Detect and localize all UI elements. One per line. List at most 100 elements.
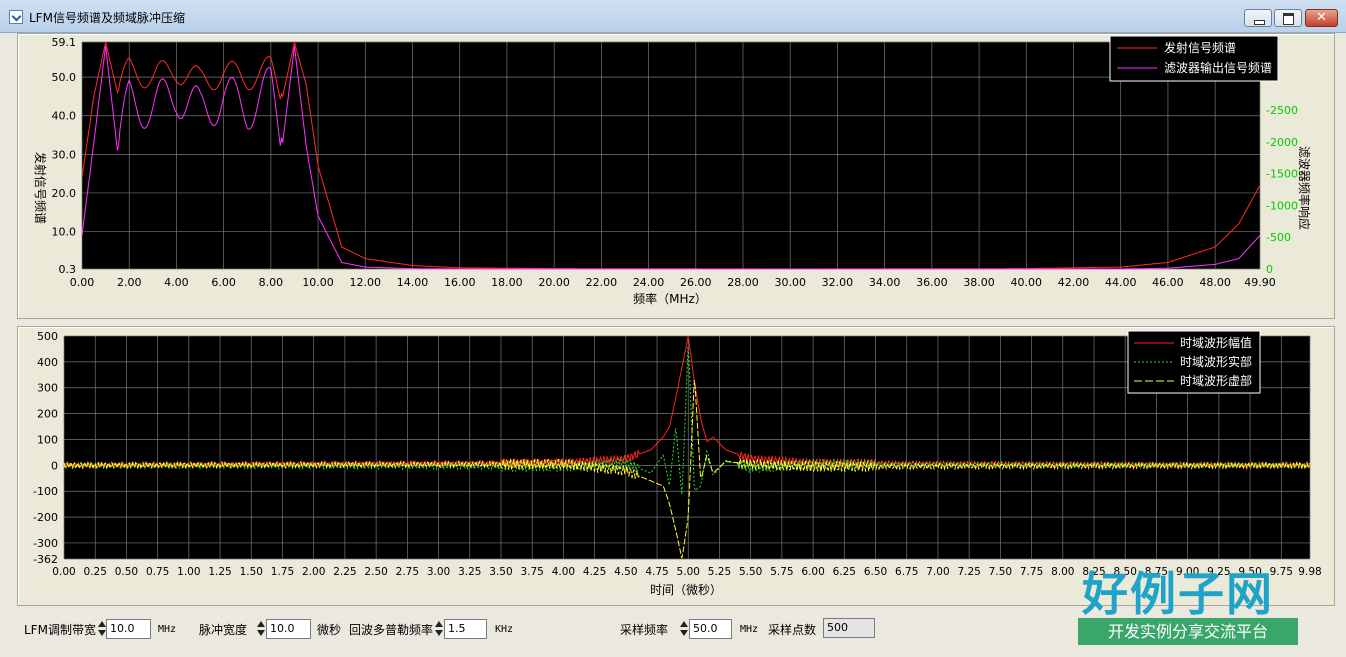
timedomain-y-tick: -362 bbox=[33, 553, 58, 566]
timedomain-y-tick: 400 bbox=[37, 356, 58, 369]
spectrum-ylabel-left: 发射信号频谱 bbox=[33, 152, 48, 224]
spectrum-x-tick: 46.00 bbox=[1152, 276, 1184, 289]
spectrum-y-tick: 0.3 bbox=[59, 263, 77, 276]
bandwidth-unit: MHz bbox=[158, 624, 177, 635]
spectrum-plot-area bbox=[82, 42, 1260, 269]
doppler-input[interactable]: 1.5 bbox=[444, 619, 487, 639]
spectrum-x-tick: 4.00 bbox=[164, 276, 189, 289]
pulse-width-label: 脉冲宽度 bbox=[199, 623, 248, 637]
legend-real-label: 时域波形实部 bbox=[1180, 354, 1252, 369]
timedomain-x-tick: 6.50 bbox=[864, 566, 887, 578]
timedomain-y-tick: -100 bbox=[33, 485, 58, 498]
watermark-slogan: 开发实例分享交流平台 bbox=[1078, 618, 1298, 645]
sample-rate-input[interactable]: 50.0 bbox=[689, 619, 732, 639]
legend-magnitude-label: 时域波形幅值 bbox=[1180, 335, 1252, 350]
doppler-unit: KHz bbox=[495, 624, 514, 635]
doppler-label: 回波多普勒频率 bbox=[349, 623, 434, 637]
maximize-button[interactable] bbox=[1274, 9, 1302, 27]
bandwidth-spinner[interactable] bbox=[98, 619, 106, 639]
spectrum-x-tick: 6.00 bbox=[211, 276, 236, 289]
spectrum-y2-tick: -500 bbox=[1266, 231, 1291, 244]
sample-rate-unit: MHz bbox=[740, 624, 759, 635]
timedomain-x-tick: 6.25 bbox=[833, 566, 856, 578]
timedomain-x-tick: 6.75 bbox=[895, 566, 918, 578]
spectrum-x-tick: 16.00 bbox=[444, 276, 476, 289]
timedomain-x-tick: 3.75 bbox=[520, 566, 543, 578]
title-bar: LFM信号频谱及频域脉冲压缩 ✕ bbox=[0, 0, 1346, 33]
sample-count-label: 采样点数 bbox=[768, 623, 817, 637]
timedomain-y-tick: 100 bbox=[37, 433, 58, 446]
legend-tx-label: 发射信号频谱 bbox=[1164, 40, 1236, 55]
timedomain-x-tick: 1.50 bbox=[240, 566, 263, 578]
spectrum-x-tick: 0.00 bbox=[70, 276, 95, 289]
doppler-spinner[interactable] bbox=[435, 619, 443, 639]
timedomain-x-tick: 7.25 bbox=[957, 566, 980, 578]
spectrum-y-tick: 59.1 bbox=[52, 36, 77, 49]
timedomain-y-tick: 200 bbox=[37, 408, 58, 421]
spectrum-chart: 0.00 2.00 4.00 6.00 8.00 10.00 12.00 14.00 16.00… bbox=[33, 35, 1312, 306]
timedomain-x-tick: 2.50 bbox=[364, 566, 387, 578]
spectrum-x-tick: 32.00 bbox=[822, 276, 854, 289]
timedomain-y-tick: 300 bbox=[37, 382, 58, 395]
timedomain-x-tick: 1.25 bbox=[208, 566, 231, 578]
timedomain-x-tick: 1.00 bbox=[177, 566, 200, 578]
timedomain-x-tick: 4.00 bbox=[552, 566, 575, 578]
sample-count-display: 500 bbox=[823, 618, 875, 638]
spectrum-y-tick: 20.0 bbox=[52, 187, 77, 200]
spectrum-x-tick: 10.00 bbox=[302, 276, 334, 289]
timedomain-x-tick: 0.75 bbox=[146, 566, 169, 578]
spectrum-x-tick: 26.00 bbox=[680, 276, 712, 289]
spectrum-x-tick: 36.00 bbox=[916, 276, 948, 289]
bandwidth-input[interactable]: 10.0 bbox=[106, 619, 151, 639]
legend-imag-label: 时域波形虚部 bbox=[1180, 373, 1252, 388]
timedomain-y-tick: -200 bbox=[33, 511, 58, 524]
app-icon[interactable] bbox=[9, 10, 23, 24]
spectrum-x-tick: 34.00 bbox=[869, 276, 901, 289]
pulse-width-input[interactable]: 10.0 bbox=[266, 619, 311, 639]
timedomain-x-tick: 8.00 bbox=[1051, 566, 1074, 578]
timedomain-x-tick: 2.25 bbox=[333, 566, 356, 578]
sample-rate-label: 采样频率 bbox=[620, 623, 669, 637]
timedomain-x-tick: 5.75 bbox=[770, 566, 793, 578]
timedomain-x-tick: 3.50 bbox=[489, 566, 512, 578]
bandwidth-label: LFM调制带宽 bbox=[24, 623, 96, 637]
spectrum-x-tick: 2.00 bbox=[117, 276, 142, 289]
pulse-width-spinner[interactable] bbox=[257, 619, 265, 639]
watermark-logo: 好例子网 bbox=[1082, 567, 1274, 621]
timedomain-x-tick: 0.25 bbox=[84, 566, 107, 578]
timedomain-x-tick: 6.00 bbox=[801, 566, 824, 578]
spectrum-x-tick: 28.00 bbox=[727, 276, 759, 289]
spectrum-x-tick: 8.00 bbox=[259, 276, 284, 289]
timedomain-xlabel: 时间（微秒） bbox=[650, 583, 722, 597]
timedomain-x-tick: 5.50 bbox=[739, 566, 762, 578]
spectrum-x-tick: 49.90 bbox=[1244, 276, 1276, 289]
spectrum-y2-tick: -2500 bbox=[1266, 104, 1298, 117]
spectrum-x-tick: 14.00 bbox=[397, 276, 429, 289]
spectrum-y2-tick: -1000 bbox=[1266, 199, 1298, 212]
close-button[interactable]: ✕ bbox=[1305, 9, 1338, 27]
spectrum-x-tick: 40.00 bbox=[1011, 276, 1043, 289]
timedomain-y-tick: -300 bbox=[33, 537, 58, 550]
timedomain-x-tick: 1.75 bbox=[271, 566, 294, 578]
timedomain-x-tick: 2.00 bbox=[302, 566, 325, 578]
timedomain-x-tick: 2.75 bbox=[396, 566, 419, 578]
spectrum-y2-tick: -1500 bbox=[1266, 168, 1298, 181]
spectrum-y-tick: 40.0 bbox=[52, 110, 77, 123]
timedomain-x-tick: 7.00 bbox=[926, 566, 949, 578]
timedomain-x-tick: 0.50 bbox=[115, 566, 138, 578]
window-title: LFM信号频谱及频域脉冲压缩 bbox=[29, 11, 185, 25]
minimize-button[interactable] bbox=[1244, 9, 1272, 27]
spectrum-xlabel: 频率（MHz） bbox=[633, 291, 707, 306]
timedomain-x-tick: 3.00 bbox=[427, 566, 450, 578]
sample-rate-spinner[interactable] bbox=[680, 619, 688, 639]
timedomain-y-tick: 0 bbox=[51, 459, 58, 472]
spectrum-x-tick: 20.00 bbox=[538, 276, 570, 289]
timedomain-x-tick: 5.00 bbox=[677, 566, 700, 578]
timedomain-x-tick: 9.98 bbox=[1298, 566, 1321, 578]
timedomain-x-tick: 4.25 bbox=[583, 566, 606, 578]
spectrum-x-tick: 42.00 bbox=[1058, 276, 1090, 289]
timedomain-legend: 时域波形幅值 时域波形实部 时域波形虚部 bbox=[1127, 330, 1261, 394]
timedomain-x-tick: 5.25 bbox=[708, 566, 731, 578]
legend-filter-label: 滤波器输出信号频谱 bbox=[1164, 60, 1272, 75]
spectrum-x-tick: 12.00 bbox=[350, 276, 382, 289]
